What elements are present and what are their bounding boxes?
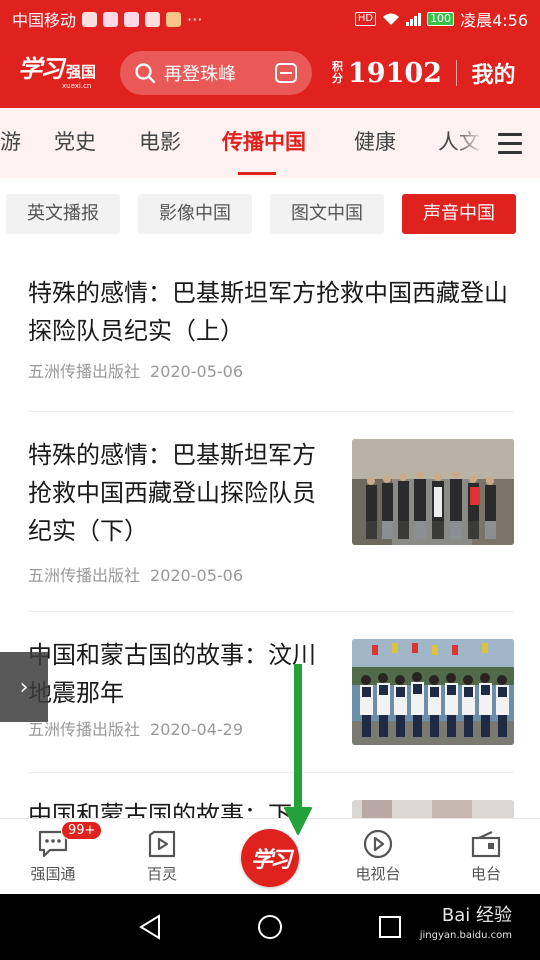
list-divider bbox=[28, 611, 514, 612]
points-value: 19102 bbox=[348, 57, 442, 89]
subtab-bar: 英文播报 影像中国 图文中国 声音中国 bbox=[0, 194, 540, 234]
article-date: 2020-05-06 bbox=[150, 566, 243, 585]
channel-menu-button[interactable] bbox=[480, 108, 540, 178]
subtab-voice-china[interactable]: 声音中国 bbox=[402, 194, 516, 234]
points-display[interactable]: 积分 19102 bbox=[332, 58, 442, 89]
nav-label: 电台 bbox=[470, 865, 501, 883]
article-title: 特殊的感情：巴基斯坦军方抢救中国西藏登山探险队员纪实（上） bbox=[28, 279, 508, 345]
nav-bailing[interactable]: 百灵 bbox=[122, 819, 202, 895]
notification-video-icon bbox=[103, 11, 119, 27]
nav-radio[interactable]: 电台 bbox=[446, 819, 526, 895]
radio-icon bbox=[471, 831, 501, 858]
recents-icon[interactable] bbox=[378, 915, 402, 939]
subtab-image-china[interactable]: 影像中国 bbox=[138, 194, 252, 234]
tab-china-communication[interactable]: 传播中国 bbox=[222, 108, 306, 178]
article-date: 2020-04-29 bbox=[150, 720, 243, 739]
wifi-icon bbox=[383, 13, 400, 25]
back-icon[interactable] bbox=[138, 914, 162, 940]
article-meta: 五洲传播出版社 2020-05-06 bbox=[28, 562, 514, 586]
subtab-english-broadcast[interactable]: 英文播报 bbox=[6, 194, 120, 234]
scan-icon[interactable] bbox=[274, 62, 298, 84]
nav-label: 强国通 bbox=[30, 865, 76, 883]
app-logo[interactable]: 学习 强国 xuexi.cn bbox=[18, 53, 110, 90]
nav-qiangguotong[interactable]: 强国通 99+ bbox=[13, 819, 103, 895]
list-divider bbox=[28, 411, 514, 412]
nav-label: 电视台 bbox=[355, 865, 401, 883]
article-item[interactable]: 特殊的感情：巴基斯坦军方抢救中国西藏登山探险队员纪实（上） 五洲传播出版社 202… bbox=[28, 274, 514, 382]
notification-badge: 99+ bbox=[61, 821, 103, 840]
article-source: 五洲传播出版社 bbox=[28, 566, 141, 585]
article-thumbnail bbox=[352, 639, 514, 745]
article-source: 五洲传播出版社 bbox=[28, 720, 141, 739]
article-item[interactable]: 特殊的感情：巴基斯坦军方抢救中国西藏登山探险队员纪实（下） 五洲传播出版社 202… bbox=[28, 436, 514, 586]
search-icon bbox=[135, 63, 156, 84]
app-screen: 中国移动 ··· HD 100 凌晨4:56 学习 强国 xuexi.cn 再登珠… bbox=[0, 0, 540, 960]
nav-tv-station[interactable]: 电视台 bbox=[338, 819, 418, 895]
tab-movies[interactable]: 电影 bbox=[139, 108, 181, 178]
tab-party-history[interactable]: 党史 bbox=[54, 108, 96, 178]
active-tab-indicator bbox=[238, 172, 276, 175]
bottom-navigation: 强国通 99+ 百灵 学习 电视台 电台 bbox=[0, 818, 540, 894]
notification-flower-icon bbox=[145, 11, 161, 27]
notification-app-icon bbox=[82, 11, 98, 27]
tab-travel[interactable]: 游 bbox=[0, 108, 21, 178]
points-label: 积分 bbox=[332, 60, 343, 85]
article-item[interactable]: 中国和蒙古国的故事：汶川地震那年 五洲传播出版社 2020-04-29 bbox=[28, 636, 514, 745]
article-thumbnail bbox=[352, 439, 514, 545]
more-notifications: ··· bbox=[187, 9, 203, 29]
subtab-graphic-china[interactable]: 图文中国 bbox=[270, 194, 384, 234]
logo-text: 学习 bbox=[18, 53, 64, 83]
article-meta: 五洲传播出版社 2020-05-06 bbox=[28, 358, 514, 382]
watermark-sub: jingyan.baidu.com bbox=[419, 930, 512, 941]
home-icon[interactable] bbox=[257, 914, 283, 940]
logo-url: xuexi.cn bbox=[62, 81, 92, 90]
study-logo: 学习 bbox=[250, 847, 292, 873]
logo-sub: 强国 bbox=[66, 62, 97, 81]
mine-button[interactable]: 我的 bbox=[471, 57, 515, 89]
study-home-button[interactable]: 学习 bbox=[241, 829, 299, 887]
carrier-label: 中国移动 bbox=[12, 11, 77, 30]
watermark-main: Bai 经验 bbox=[441, 905, 512, 926]
article-date: 2020-05-06 bbox=[150, 362, 243, 381]
notification-camera-icon bbox=[124, 11, 140, 27]
video-icon bbox=[148, 830, 176, 858]
play-icon bbox=[363, 829, 393, 859]
header-divider bbox=[455, 60, 458, 86]
students-photo-image bbox=[352, 639, 514, 745]
article-title: 特殊的感情：巴基斯坦军方抢救中国西藏登山探险队员纪实（下） bbox=[28, 441, 316, 545]
article-source: 五洲传播出版社 bbox=[28, 362, 141, 381]
tab-health[interactable]: 健康 bbox=[354, 108, 396, 178]
list-divider bbox=[28, 772, 514, 773]
chevron-right-icon: › bbox=[19, 674, 29, 700]
hd-icon: HD bbox=[354, 12, 377, 26]
battery-icon: 100 bbox=[427, 12, 455, 26]
group-photo-image bbox=[352, 439, 514, 545]
search-placeholder: 再登珠峰 bbox=[164, 64, 236, 85]
nav-label: 百灵 bbox=[146, 865, 177, 883]
search-bar[interactable]: 再登珠峰 bbox=[120, 51, 312, 95]
clock: 凌晨4:56 bbox=[460, 11, 528, 30]
status-bar: 中国移动 ··· HD 100 凌晨4:56 bbox=[0, 0, 540, 38]
article-title: 中国和蒙古国的故事：汶川地震那年 bbox=[28, 641, 316, 707]
watermark: Bai 经验 jingyan.baidu.com bbox=[420, 906, 512, 946]
app-header: 学习 强国 xuexi.cn 再登珠峰 积分 19102 我的 bbox=[0, 38, 540, 108]
signal-icon bbox=[406, 12, 422, 26]
side-drawer-handle[interactable]: › bbox=[0, 652, 48, 722]
notification-study-icon bbox=[166, 11, 182, 27]
